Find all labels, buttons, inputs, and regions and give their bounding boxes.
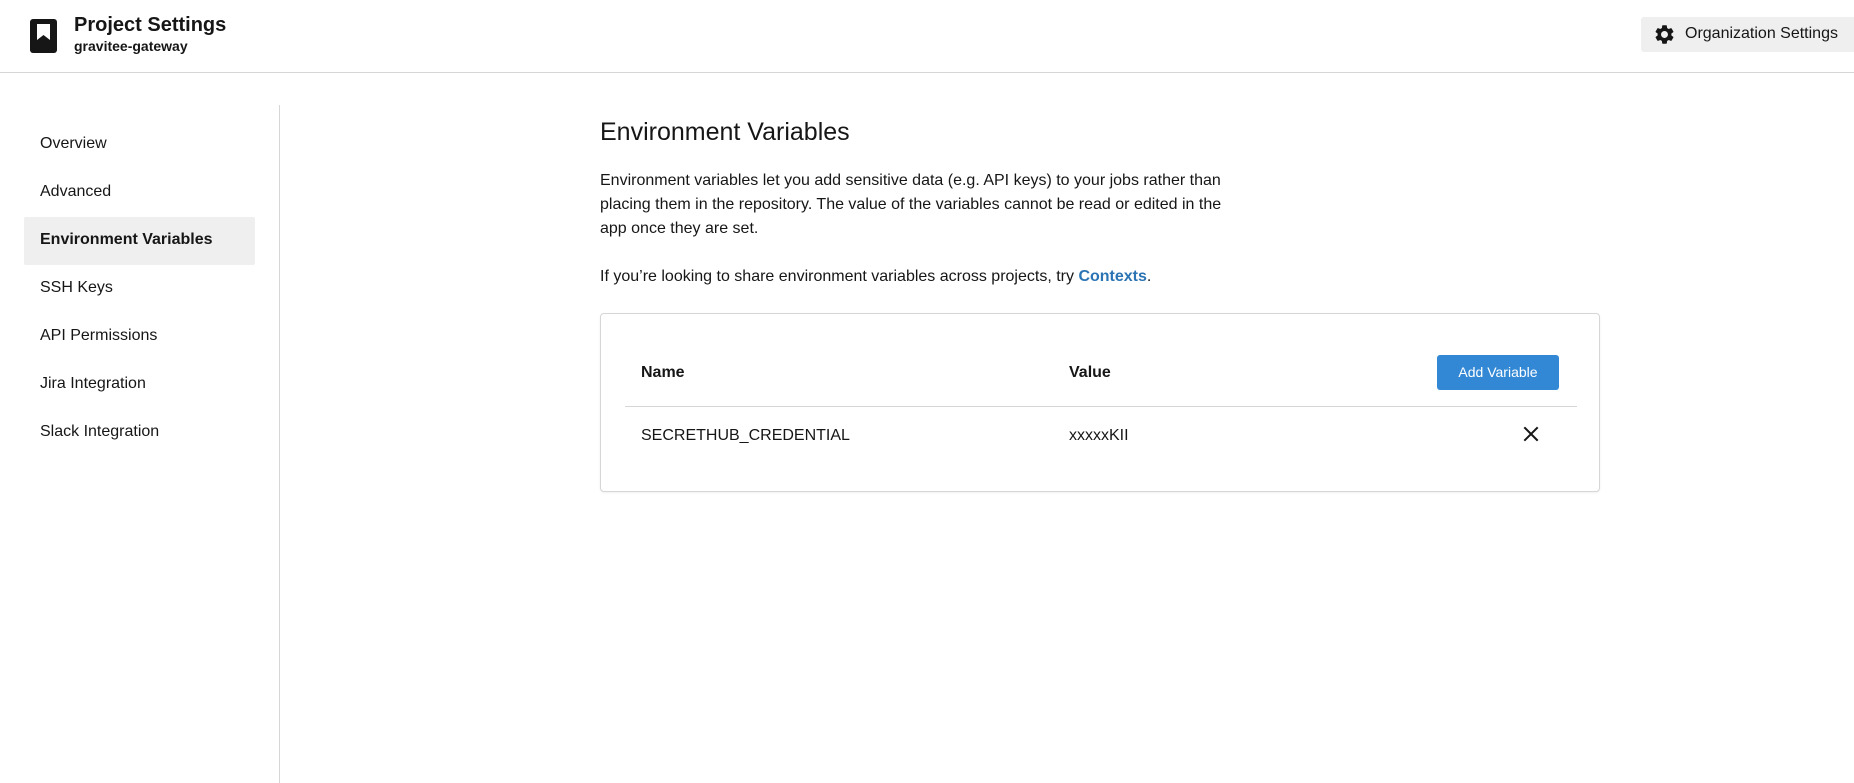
contexts-hint-suffix: . [1146,268,1152,285]
contexts-hint: If you’re looking to share environment v… [600,265,1151,289]
organization-settings-button[interactable]: Organization Settings [1641,17,1854,52]
sidebar-item-jira-integration[interactable]: Jira Integration [24,361,255,409]
sidebar-item-label: Advanced [40,183,112,200]
contexts-hint-text: If you’re looking to share environment v… [600,268,1079,285]
gear-icon [1655,25,1674,44]
sidebar-item-api-permissions[interactable]: API Permissions [24,313,255,361]
sidebar-item-label: SSH Keys [40,279,113,296]
sidebar-item-label: API Permissions [40,327,158,344]
sidebar-item-label: Environment Variables [40,231,213,248]
sidebar-item-ssh-keys[interactable]: SSH Keys [24,265,255,313]
column-header-value: Value [1069,364,1111,381]
env-variables-table-card: Name Value Add Variable SECRETHUB_CREDEN… [600,313,1600,492]
section-title: Environment Variables [600,118,850,146]
add-variable-button[interactable]: Add Variable [1437,355,1559,390]
sidebar-item-slack-integration[interactable]: Slack Integration [24,409,255,457]
variable-value: xxxxxKII [1069,427,1129,444]
variable-name: SECRETHUB_CREDENTIAL [641,427,850,444]
sidebar-item-label: Overview [40,135,107,152]
sidebar-item-environment-variables[interactable]: Environment Variables [24,217,255,265]
organization-settings-label: Organization Settings [1685,25,1838,42]
table-divider [625,406,1577,407]
contexts-link[interactable]: Contexts [1078,268,1146,285]
page-title: Project Settings [74,14,227,36]
close-icon[interactable] [1519,422,1543,446]
settings-sidebar: Overview Advanced Environment Variables … [0,105,280,783]
project-name: gravitee-gateway [74,38,188,54]
sidebar-item-overview[interactable]: Overview [24,121,255,169]
column-header-name: Name [641,364,685,381]
page-header: Project Settings gravitee-gateway Organi… [0,0,1854,73]
bookmark-icon [30,19,57,53]
sidebar-item-label: Jira Integration [40,375,146,392]
sidebar-item-label: Slack Integration [40,423,160,440]
sidebar-item-advanced[interactable]: Advanced [24,169,255,217]
section-description: Environment variables let you add sensit… [600,172,1222,237]
